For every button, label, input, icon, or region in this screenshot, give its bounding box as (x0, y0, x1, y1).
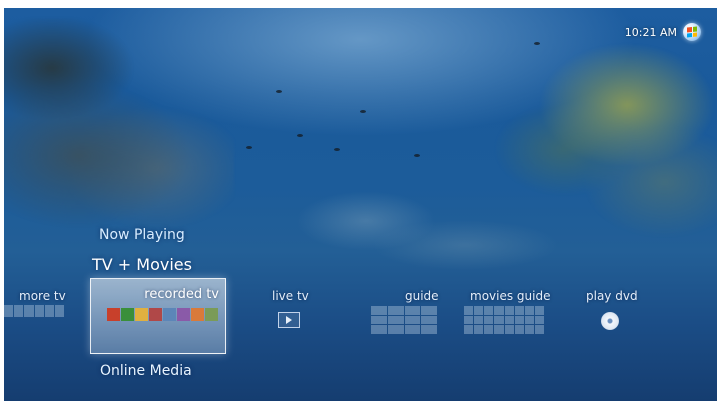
thumbnail (149, 308, 162, 321)
fish-decoration (297, 134, 303, 137)
thumbnail (191, 308, 204, 321)
fish-decoration (334, 148, 340, 151)
coral-reef-center-background (234, 173, 564, 293)
guide-item[interactable]: guide (405, 289, 439, 303)
thumbnail (135, 308, 148, 321)
live-tv-item[interactable]: live tv (272, 289, 309, 303)
thumbnail (121, 308, 134, 321)
clock: 10:21 AM (624, 26, 677, 39)
play-icon (278, 312, 300, 328)
recorded-tv-tile[interactable]: recorded tv (90, 278, 226, 354)
media-center-screen: 10:21 AM Now Playing TV + Movies more tv… (4, 8, 717, 401)
fish-decoration (534, 42, 540, 45)
fish-decoration (276, 90, 282, 93)
thumbnail (177, 308, 190, 321)
play-dvd-item[interactable]: play dvd (586, 289, 638, 303)
guide-grid-icon (371, 306, 437, 334)
thumbnail (163, 308, 176, 321)
online-media-link[interactable]: Online Media (100, 363, 192, 379)
fish-decoration (246, 146, 252, 149)
more-tv-item[interactable]: more tv (19, 289, 66, 303)
movies-guide-grid-icon (464, 306, 544, 334)
windows-logo-icon[interactable] (683, 23, 701, 41)
thumbnail (107, 308, 120, 321)
thumbnail (205, 308, 218, 321)
movies-guide-item[interactable]: movies guide (470, 289, 550, 303)
fish-decoration (360, 110, 366, 113)
disc-icon (601, 312, 619, 330)
now-playing-link[interactable]: Now Playing (99, 227, 185, 243)
more-tv-tile-icon (4, 305, 64, 317)
category-title: TV + Movies (92, 255, 192, 274)
recorded-thumbnails (107, 308, 218, 321)
recorded-tv-label: recorded tv (144, 287, 219, 302)
fish-decoration (414, 154, 420, 157)
